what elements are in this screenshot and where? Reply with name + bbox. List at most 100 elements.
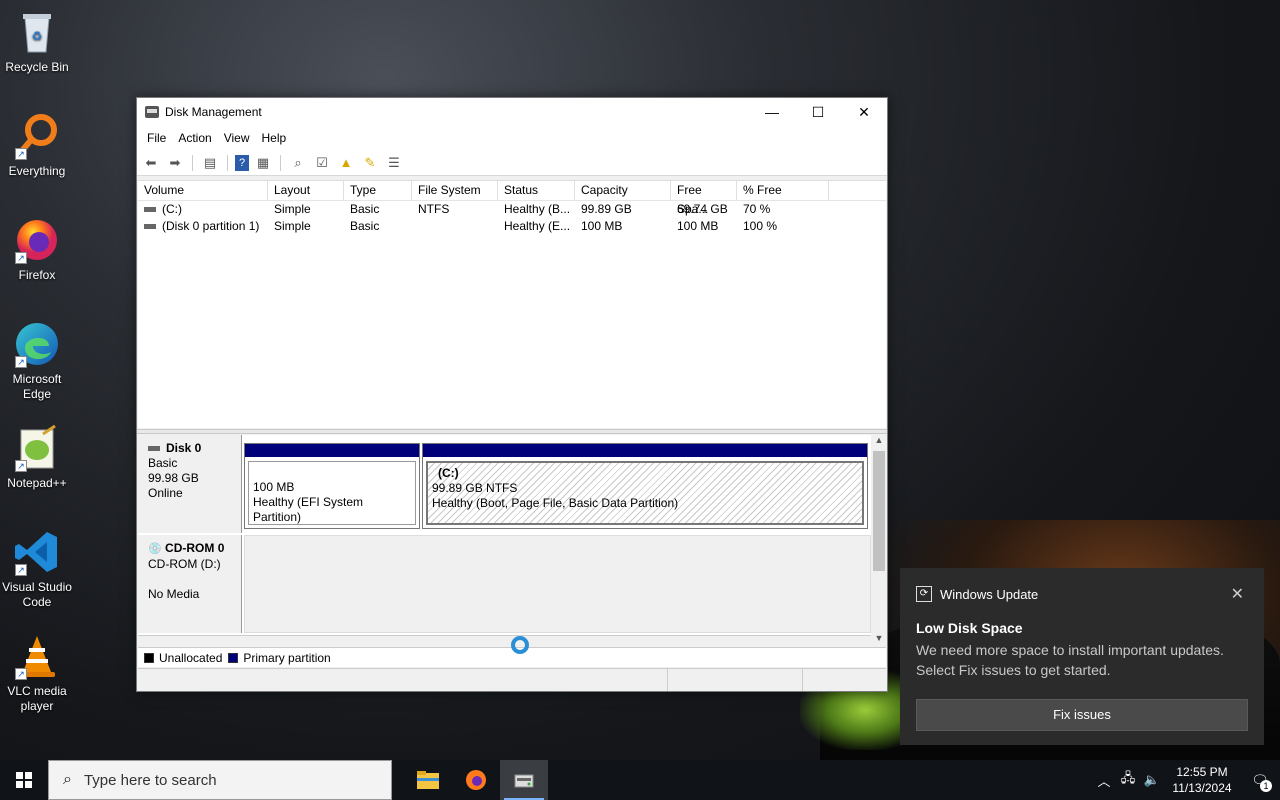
column-percent-free[interactable]: % Free bbox=[737, 181, 829, 200]
disk0-size: 99.98 GB bbox=[148, 471, 199, 485]
partition-c-body: (C:) 99.89 GB NTFS Healthy (Boot, Page F… bbox=[426, 461, 864, 525]
fs-cell: NTFS bbox=[418, 202, 450, 216]
capacity-cell: 99.89 GB bbox=[581, 202, 632, 216]
drive-icon bbox=[144, 207, 156, 213]
pane-splitter[interactable] bbox=[137, 429, 887, 434]
column-free-space[interactable]: Free Spa... bbox=[671, 181, 737, 216]
network-icon[interactable]: 🖧 bbox=[1116, 769, 1140, 791]
partition-status: Healthy (Boot, Page File, Basic Data Par… bbox=[432, 496, 679, 510]
graph-bottom-edge bbox=[138, 635, 871, 647]
firefox-icon bbox=[466, 770, 486, 790]
layout-cell: Simple bbox=[274, 219, 311, 233]
clock-date: 11/13/2024 bbox=[1172, 781, 1232, 795]
toolbar-separator bbox=[192, 154, 193, 171]
cdrom-label[interactable]: 💿 CD-ROM 0 CD-ROM (D:) No Media bbox=[138, 535, 242, 633]
forward-icon[interactable]: ➡ bbox=[165, 154, 185, 172]
partition-efi-body: 100 MB Healthy (EFI System Partition) bbox=[248, 461, 416, 525]
desktop-icon-label: Microsoft Edge bbox=[12, 372, 62, 401]
desktop-icon-label: Recycle Bin bbox=[5, 60, 69, 74]
desktop-icon-label: Everything bbox=[8, 164, 66, 178]
toolbar: ⬅ ➡ ▤ ? ▦ ⌕ ☑ ▲ ✎ ☰ bbox=[137, 150, 887, 176]
show-hide-console-tree-icon[interactable]: ▤ bbox=[200, 154, 220, 172]
cdrom-drive: CD-ROM (D:) bbox=[148, 557, 221, 571]
search-folder-icon[interactable]: ✎ bbox=[360, 154, 380, 172]
svg-text:♻: ♻ bbox=[32, 29, 43, 43]
desktop-icon-vlc[interactable]: ↗ VLC media player bbox=[0, 632, 74, 714]
desktop-icon-edge[interactable]: ↗ Microsoft Edge bbox=[0, 320, 74, 402]
maximize-button[interactable]: ☐ bbox=[795, 98, 841, 126]
desktop-icon-label: Visual Studio Code bbox=[2, 580, 72, 609]
minimize-button[interactable]: — bbox=[749, 98, 795, 126]
help-icon[interactable]: ? bbox=[235, 154, 249, 171]
show-hidden-icons-icon[interactable]: ︿ bbox=[1092, 771, 1116, 790]
column-volume[interactable]: Volume bbox=[138, 181, 268, 200]
toast-close-icon[interactable]: ✕ bbox=[1231, 584, 1244, 604]
windows-update-toast[interactable]: ⟳ Windows Update ✕ Low Disk Space We nee… bbox=[900, 568, 1264, 745]
cdrom-icon: 💿 bbox=[148, 543, 162, 555]
connect-disk-icon[interactable]: ⌕ bbox=[288, 154, 308, 172]
taskbar-file-explorer[interactable] bbox=[404, 760, 452, 800]
type-cell: Basic bbox=[350, 202, 380, 216]
column-type[interactable]: Type bbox=[344, 181, 412, 200]
check-icon[interactable]: ☑ bbox=[312, 154, 332, 172]
column-file-system[interactable]: File System bbox=[412, 181, 498, 200]
search-icon: ⌕ bbox=[63, 771, 72, 788]
partition-status: Healthy (EFI System Partition) bbox=[253, 495, 364, 524]
column-capacity[interactable]: Capacity bbox=[575, 181, 671, 200]
desktop-icon-everything[interactable]: ↗ Everything bbox=[0, 112, 74, 179]
capacity-cell: 100 MB bbox=[581, 219, 623, 233]
desktop-icon-label: Firefox bbox=[18, 268, 56, 282]
legend-unallocated: Unallocated bbox=[159, 650, 223, 665]
edge-icon: ↗ bbox=[13, 320, 61, 368]
menu-view[interactable]: View bbox=[218, 131, 256, 145]
taskbar-search[interactable]: ⌕ Type here to search bbox=[48, 760, 392, 800]
recycle-bin-icon: ♻ bbox=[13, 8, 61, 56]
menu-help[interactable]: Help bbox=[256, 131, 293, 145]
volume-muted-icon[interactable]: 🔈 bbox=[1140, 772, 1164, 788]
desktop-icon-notepadpp[interactable]: ↗ Notepad++ bbox=[0, 424, 74, 491]
toolbar-separator bbox=[280, 154, 281, 171]
back-icon[interactable]: ⬅ bbox=[141, 154, 161, 172]
cdrom-name: CD-ROM 0 bbox=[165, 541, 225, 555]
clock[interactable]: 12:55 PM 11/13/2024 bbox=[1164, 764, 1240, 796]
scroll-up-icon[interactable]: ▲ bbox=[871, 435, 887, 449]
fix-issues-button[interactable]: Fix issues bbox=[916, 699, 1248, 731]
taskbar-disk-management[interactable] bbox=[500, 760, 548, 800]
toolbar-separator bbox=[227, 154, 228, 171]
primary-partition-bar bbox=[245, 444, 419, 457]
volume-list: Volume Layout Type File System Status Ca… bbox=[138, 180, 886, 428]
volume-cell: (C:) bbox=[138, 201, 268, 218]
partition-c[interactable]: (C:) 99.89 GB NTFS Healthy (Boot, Page F… bbox=[422, 443, 868, 529]
window-title: Disk Management bbox=[165, 105, 262, 119]
show-hide-action-pane-icon[interactable]: ▦ bbox=[253, 154, 273, 172]
action-center-button[interactable]: 🗨 1 bbox=[1240, 760, 1280, 800]
taskbar-firefox[interactable] bbox=[452, 760, 500, 800]
properties-icon[interactable]: ☰ bbox=[384, 154, 404, 172]
layout-cell: Simple bbox=[274, 202, 311, 216]
partition-efi[interactable]: 100 MB Healthy (EFI System Partition) bbox=[244, 443, 420, 529]
desktop-icon-label: Notepad++ bbox=[7, 476, 67, 490]
start-button[interactable] bbox=[0, 760, 48, 800]
close-button[interactable]: ✕ bbox=[841, 98, 887, 126]
vertical-scrollbar[interactable]: ▲ ▼ bbox=[871, 435, 887, 647]
title-bar[interactable]: Disk Management — ☐ ✕ bbox=[137, 98, 887, 126]
menu-file[interactable]: File bbox=[141, 131, 172, 145]
up-folder-icon[interactable]: ▲ bbox=[336, 154, 356, 172]
table-row[interactable]: (C:) Simple Basic NTFS Healthy (B... 99.… bbox=[138, 201, 886, 218]
desktop-icon-recycle-bin[interactable]: ♻ Recycle Bin bbox=[0, 8, 74, 75]
scroll-thumb[interactable] bbox=[873, 451, 885, 571]
menu-action[interactable]: Action bbox=[172, 131, 217, 145]
partition-title: (C:) bbox=[438, 466, 459, 480]
column-layout[interactable]: Layout bbox=[268, 181, 344, 200]
column-status[interactable]: Status bbox=[498, 181, 575, 200]
disk0-label[interactable]: Disk 0 Basic 99.98 GB Online bbox=[138, 435, 242, 533]
disk0-state: Online bbox=[148, 486, 183, 500]
desktop-icon-vscode[interactable]: ↗ Visual Studio Code bbox=[0, 528, 74, 610]
disk0-name: Disk 0 bbox=[166, 441, 202, 455]
scroll-down-icon[interactable]: ▼ bbox=[871, 633, 887, 647]
column-filler bbox=[829, 181, 886, 200]
toast-app-name: Windows Update bbox=[940, 586, 1039, 602]
fs-cell bbox=[412, 218, 498, 235]
table-row[interactable]: (Disk 0 partition 1) Simple Basic Health… bbox=[138, 218, 886, 235]
desktop-icon-firefox[interactable]: ↗ Firefox bbox=[0, 216, 74, 283]
